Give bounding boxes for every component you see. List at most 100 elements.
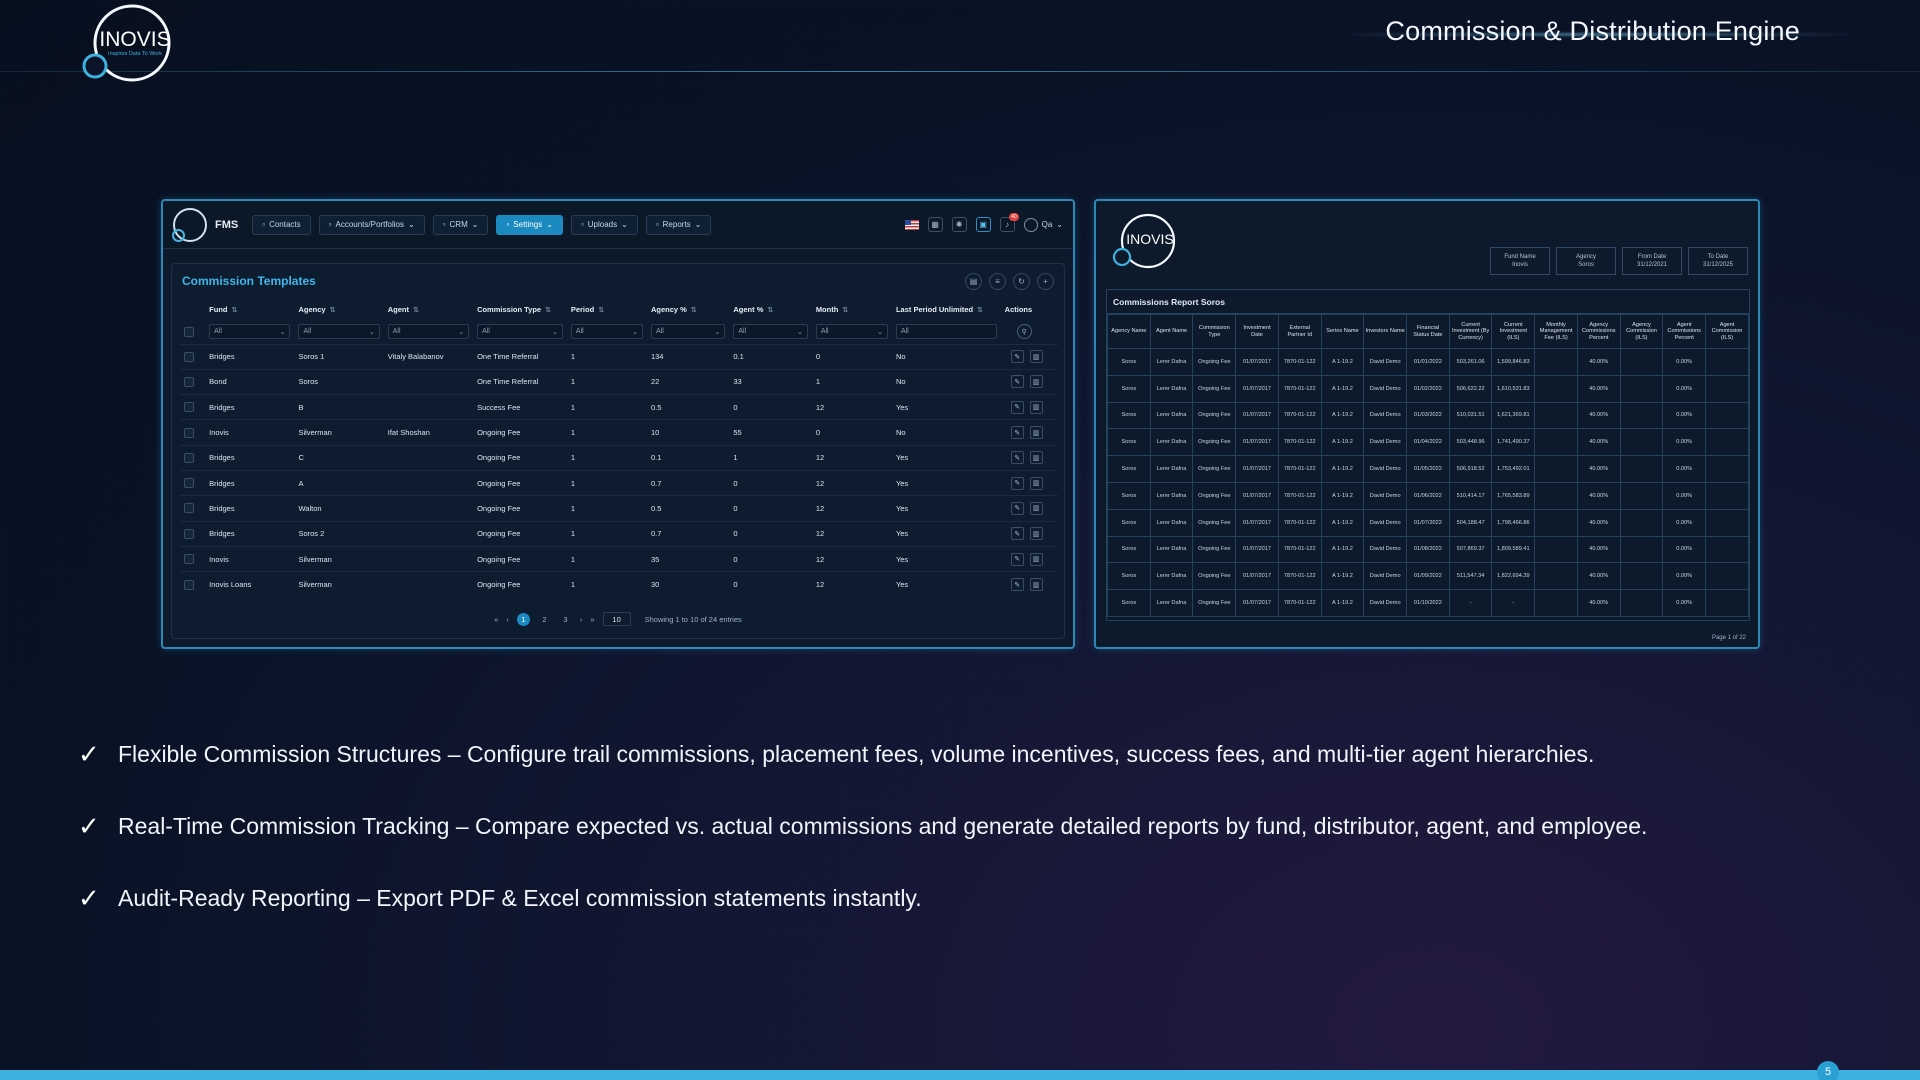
sort-icon[interactable]: ⇅ (691, 307, 697, 314)
calendar-icon[interactable]: ▦ (927, 217, 943, 232)
table-cell: Ifat Shoshan (383, 419, 474, 446)
row-checkbox[interactable] (184, 376, 194, 387)
report-cell (1534, 589, 1578, 617)
column-header[interactable]: Agency ⇅ (294, 298, 383, 320)
prev-page-icon[interactable]: ‹ (506, 615, 509, 624)
column-header[interactable]: Last Period Unlimited ⇅ (892, 298, 1001, 320)
page-3-button[interactable]: 3 (559, 613, 572, 626)
nav-crm-button[interactable]: ▫ CRM ⌄ (432, 214, 489, 235)
column-header[interactable]: Agent ⇅ (384, 298, 473, 320)
column-header[interactable]: Period ⇅ (567, 298, 647, 320)
column-header[interactable]: Agency % ⇅ (647, 298, 729, 320)
page-1-button[interactable]: 1 (516, 612, 530, 626)
row-checkbox[interactable] (184, 503, 194, 514)
trash-icon[interactable]: ▥ (1029, 426, 1043, 440)
table-cell: Bridges (205, 444, 295, 471)
row-checkbox[interactable] (184, 452, 194, 463)
bell-icon[interactable]: ♪ 40 (999, 213, 1019, 232)
edit-icon[interactable]: ✎ (1010, 578, 1024, 592)
document-icon[interactable]: ▤ (965, 272, 982, 290)
list-icon[interactable]: ≡ (989, 272, 1006, 290)
next-page-icon[interactable]: › (580, 615, 583, 624)
gear-icon[interactable]: ✺ (951, 217, 967, 232)
table-cell: C (294, 444, 384, 471)
edit-icon[interactable]: ✎ (1010, 400, 1024, 414)
edit-icon[interactable]: ✎ (1010, 375, 1024, 389)
trash-icon[interactable]: ▥ (1029, 578, 1043, 592)
filter-select[interactable]: All ⌄ (477, 324, 563, 340)
edit-icon[interactable]: ✎ (1010, 451, 1024, 465)
report-cell: 01/05/2022 (1406, 455, 1450, 483)
trash-icon[interactable]: ▥ (1029, 451, 1043, 465)
table-cell: 0 (811, 343, 892, 370)
edit-icon[interactable]: ✎ (1010, 527, 1024, 541)
filter-select[interactable]: All ⌄ (209, 324, 291, 340)
trash-icon[interactable]: ▥ (1029, 375, 1043, 389)
first-page-icon[interactable]: « (494, 615, 498, 624)
column-header[interactable]: Commission Type ⇅ (473, 298, 567, 320)
report-cell: 0.00% (1662, 401, 1707, 430)
column-header[interactable]: Agent % ⇅ (729, 298, 811, 320)
trash-icon[interactable]: ▥ (1029, 400, 1043, 414)
calculator-icon[interactable]: ▣ (975, 217, 991, 232)
add-icon[interactable]: + (1037, 272, 1054, 290)
row-checkbox[interactable] (184, 579, 194, 590)
trash-icon[interactable]: ▥ (1029, 527, 1043, 541)
table-cell: Soros 2 (294, 520, 384, 547)
last-page-icon[interactable]: » (590, 615, 594, 624)
edit-icon[interactable]: ✎ (1010, 501, 1024, 515)
nav-reports-button[interactable]: ▫ Reports ⌄ (645, 214, 712, 235)
edit-icon[interactable]: ✎ (1010, 350, 1024, 364)
filter-select[interactable]: All ⌄ (815, 324, 888, 340)
sort-icon[interactable]: ⇅ (842, 307, 848, 314)
trash-icon[interactable]: ▥ (1029, 501, 1043, 515)
row-checkbox[interactable] (184, 351, 194, 362)
column-header[interactable]: Month ⇅ (812, 298, 892, 320)
row-checkbox[interactable] (184, 427, 194, 438)
trash-icon[interactable]: ▥ (1029, 350, 1043, 364)
refresh-icon[interactable]: ↻ (1013, 272, 1030, 290)
column-header[interactable]: Fund ⇅ (205, 298, 294, 320)
filter-icon[interactable]: ⚲ (1016, 324, 1032, 340)
row-checkbox[interactable] (184, 554, 194, 565)
sort-icon[interactable]: ⇅ (545, 307, 551, 314)
report-cell: Ongoing Fee (1192, 508, 1237, 537)
edit-icon[interactable]: ✎ (1010, 552, 1024, 566)
nav-contacts-button[interactable]: ▫ Contacts (252, 214, 311, 235)
sort-icon[interactable]: ⇅ (977, 307, 983, 314)
page-size-select[interactable]: 10 (602, 612, 631, 626)
filter-select[interactable]: All ⌄ (733, 324, 808, 340)
page-number: 5 (1817, 1061, 1839, 1080)
filter-select[interactable]: All ⌄ (650, 324, 726, 340)
sort-icon[interactable]: ⇅ (598, 307, 604, 314)
select-all-checkbox[interactable] (184, 326, 194, 337)
report-cell: 0.00% (1662, 589, 1707, 617)
nav-uploads-button[interactable]: ▫ Uploads ⌄ (570, 214, 638, 235)
report-row: Soros Lerer Dafna Ongoing Fee 01/07/2017 787… (1107, 374, 1749, 403)
row-checkbox[interactable] (184, 478, 194, 489)
report-cell: 1,741,490.37 (1491, 428, 1536, 457)
user-menu[interactable]: Qa ⌄ (1023, 217, 1063, 232)
us-flag-icon[interactable] (904, 219, 919, 230)
nav-accounts-portfolios-button[interactable]: ▫ Accounts/Portfolios ⌄ (318, 214, 425, 235)
commission-templates-table: Fund ⇅ Agency ⇅ Agent ⇅ Commission Type ⇅ Period… (180, 298, 1058, 597)
sort-icon[interactable]: ⇅ (330, 307, 336, 314)
sort-icon[interactable]: ⇅ (232, 307, 238, 314)
page-2-button[interactable]: 2 (538, 613, 551, 626)
table-cell: 22 (646, 368, 730, 395)
nav-settings-button[interactable]: ▫ Settings ⌄ (496, 214, 563, 235)
sort-icon[interactable]: ⇅ (767, 307, 773, 314)
row-checkbox[interactable] (184, 528, 194, 539)
row-checkbox[interactable] (184, 402, 194, 413)
report-cell: 507,869.37 (1448, 535, 1493, 564)
filter-select[interactable]: All ⌄ (570, 324, 643, 340)
trash-icon[interactable]: ▥ (1029, 476, 1043, 490)
sort-icon[interactable]: ⇅ (413, 307, 419, 314)
trash-icon[interactable]: ▥ (1029, 552, 1043, 566)
table-cell: Bridges (205, 520, 295, 547)
edit-icon[interactable]: ✎ (1010, 476, 1024, 490)
filter-select[interactable]: All (895, 324, 997, 340)
filter-select[interactable]: All ⌄ (298, 324, 380, 340)
edit-icon[interactable]: ✎ (1010, 426, 1024, 440)
filter-select[interactable]: All ⌄ (387, 324, 470, 340)
